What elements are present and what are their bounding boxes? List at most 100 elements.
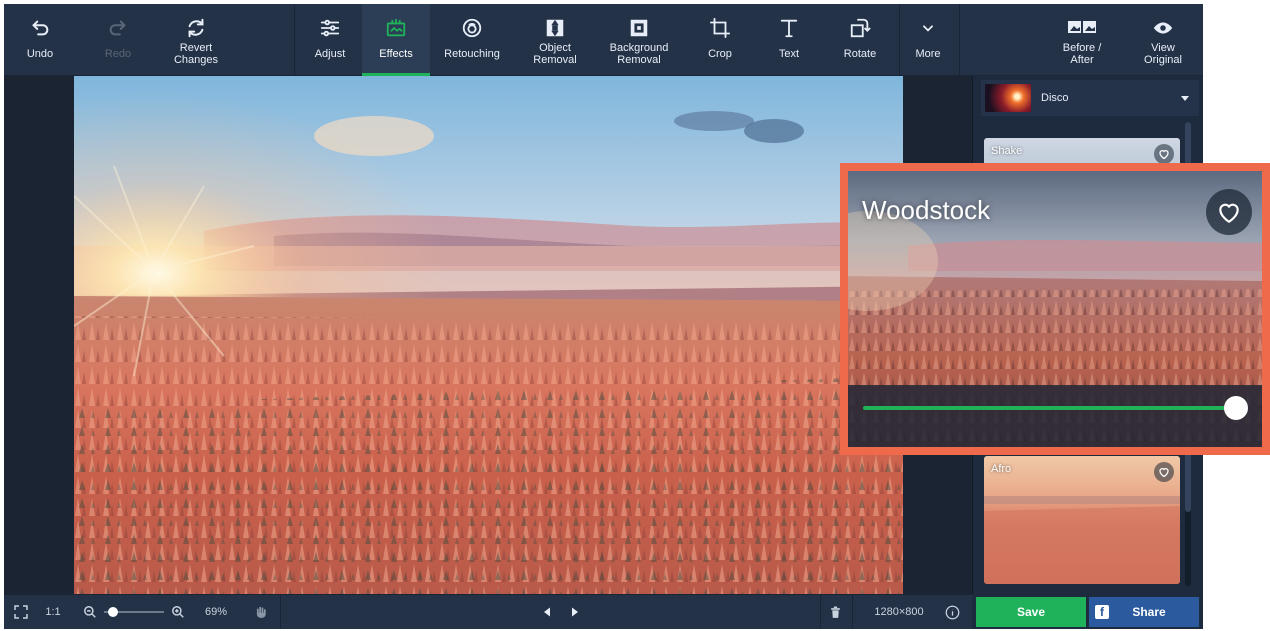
heart-icon (1159, 150, 1169, 160)
before-after-label: Before / After (1062, 42, 1102, 66)
before-after-button[interactable]: Before / After (1050, 4, 1114, 76)
toolbar: Undo Redo Revert Changes Adjust Effects … (4, 4, 1203, 76)
tab-adjust[interactable]: Adjust (300, 4, 360, 76)
facebook-icon: f (1095, 605, 1109, 619)
background-removal-label: Background Removal (609, 42, 669, 66)
next-photo-button[interactable] (566, 595, 584, 629)
tab-text[interactable]: Text (764, 4, 814, 76)
zoom-out-button[interactable] (82, 595, 98, 629)
tab-retouching[interactable]: Retouching (434, 4, 510, 76)
category-thumbnail (985, 84, 1031, 112)
zoom-slider[interactable] (102, 595, 166, 629)
effects-icon (386, 18, 406, 37)
tab-object-removal[interactable]: Object Removal (524, 4, 586, 76)
image-dimensions: 1280×800 (860, 595, 938, 629)
image-info-button[interactable] (942, 595, 962, 629)
hand-icon (256, 606, 266, 618)
undo-label: Undo (26, 48, 54, 60)
redo-label: Redo (104, 48, 132, 60)
text-label: Text (778, 48, 800, 60)
adjust-label: Adjust (314, 48, 346, 60)
intensity-slider-knob[interactable] (1224, 396, 1248, 420)
favorite-button[interactable] (1206, 189, 1252, 235)
previous-photo-button[interactable] (538, 595, 556, 629)
crop-label: Crop (708, 48, 732, 60)
eye-icon (1153, 22, 1173, 34)
sliders-icon (320, 19, 340, 37)
fullscreen-icon (14, 605, 28, 619)
background-removal-icon (630, 19, 648, 37)
bottom-bar: 1:1 69% 1280×800 (4, 594, 972, 629)
effect-title: Woodstock (862, 195, 991, 225)
rotate-label: Rotate (843, 48, 877, 60)
zoom-slider-knob[interactable] (108, 607, 118, 617)
object-removal-label: Object Removal (533, 42, 577, 66)
revert-changes-button[interactable]: Revert Changes (162, 4, 230, 76)
actual-size-button[interactable]: 1:1 (40, 595, 66, 629)
effect-category-dropdown[interactable]: Disco (981, 80, 1199, 116)
redo-button[interactable]: Redo (96, 4, 140, 76)
trash-icon (830, 606, 840, 618)
bottom-divider (852, 595, 853, 629)
tab-background-removal[interactable]: Background Removal (598, 4, 680, 76)
more-label: More (915, 48, 941, 60)
canvas-area (4, 76, 972, 594)
heart-icon (1159, 468, 1169, 478)
retouching-label: Retouching (444, 48, 500, 60)
toolbar-divider (899, 4, 900, 76)
save-share-bar: Save f Share (972, 594, 1203, 629)
info-icon (945, 605, 959, 619)
chevron-down-icon (923, 25, 933, 32)
zoom-in-icon (172, 606, 184, 618)
fit-to-screen-button[interactable] (10, 595, 32, 629)
zoom-out-icon (84, 606, 96, 618)
view-original-label: View Original (1144, 42, 1182, 66)
object-removal-icon (546, 19, 564, 37)
rotate-icon (850, 18, 871, 38)
pan-tool-button[interactable] (250, 595, 272, 629)
arrow-left-icon (544, 607, 550, 617)
redo-icon (109, 20, 126, 36)
revert-label: Revert Changes (173, 42, 219, 66)
photo-canvas[interactable] (74, 76, 903, 594)
arrow-right-icon (572, 607, 578, 617)
dropdown-arrow-icon (1181, 95, 1189, 101)
save-button[interactable]: Save (976, 597, 1086, 627)
save-label: Save (1016, 605, 1046, 619)
toolbar-divider (294, 4, 295, 76)
actual-size-label: 1:1 (45, 606, 61, 618)
effect-name: Afro (991, 463, 1012, 475)
more-button[interactable]: More (904, 4, 952, 76)
zoom-percent: 69% (196, 595, 236, 629)
bottom-divider (820, 595, 821, 629)
retouching-icon (462, 18, 482, 38)
view-original-button[interactable]: View Original (1134, 4, 1192, 76)
favorite-button[interactable] (1154, 144, 1174, 164)
effects-label: Effects (379, 48, 413, 60)
tab-effects[interactable]: Effects (362, 4, 430, 76)
revert-icon (188, 18, 204, 38)
crop-icon (709, 17, 731, 39)
heart-icon (1219, 203, 1239, 224)
intensity-slider[interactable] (863, 406, 1236, 410)
dimensions-label: 1280×800 (874, 606, 924, 618)
canyon-photo (74, 76, 903, 594)
undo-icon (32, 20, 49, 36)
effect-preview-callout: Woodstock (840, 163, 1270, 455)
share-button[interactable]: f Share (1089, 597, 1199, 627)
share-label: Share (1132, 605, 1166, 619)
zoom-in-button[interactable] (170, 595, 186, 629)
effect-name: Shake (991, 145, 1023, 157)
toolbar-divider (959, 4, 960, 76)
delete-button[interactable] (824, 595, 846, 629)
afro-thumbnail (984, 496, 1180, 584)
category-label: Disco (1041, 92, 1069, 104)
tab-rotate[interactable]: Rotate (832, 4, 888, 76)
intensity-control (848, 385, 1262, 447)
effect-card-afro[interactable]: Afro (984, 456, 1180, 584)
text-icon (780, 19, 798, 38)
favorite-button[interactable] (1154, 462, 1174, 482)
before-after-icon (1068, 21, 1096, 33)
undo-button[interactable]: Undo (18, 4, 62, 76)
tab-crop[interactable]: Crop (694, 4, 746, 76)
